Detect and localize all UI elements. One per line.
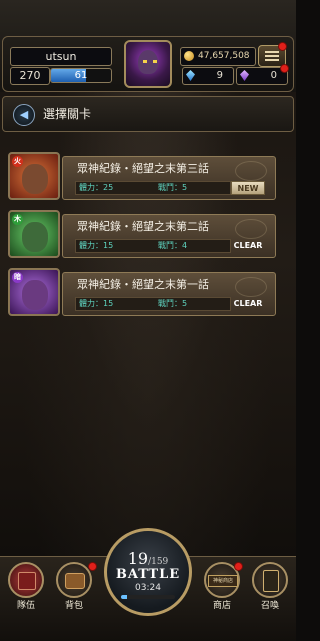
avatar-eye-left [143, 60, 147, 63]
gem-notification-dot [280, 64, 289, 73]
blue-gem-icon [186, 70, 195, 81]
quest-status-badge: NEW [231, 181, 265, 195]
decor-emblem [235, 219, 267, 239]
decor-emblem [235, 277, 267, 297]
back-button[interactable]: ◀ [13, 104, 35, 126]
quest-boss-thumbnail: 木 [8, 210, 60, 258]
battle-current: 19 [127, 549, 149, 568]
card-icon [263, 570, 279, 592]
quest-stamina: 體力：15 [79, 241, 114, 250]
bag-button[interactable] [56, 562, 92, 598]
battle-counter: 19/159 [107, 549, 189, 568]
menu-icon-line [265, 59, 279, 61]
quest-boss-thumbnail: 暗 [8, 268, 60, 316]
quest-row[interactable]: 火 眾神紀錄・絕望之末第三話 體力：25 戰鬥：5 NEW [2, 152, 276, 200]
player-name[interactable]: utsun [10, 47, 112, 66]
book-icon [18, 572, 36, 590]
menu-notification-dot [278, 42, 287, 51]
team-label: 隊伍 [16, 601, 35, 611]
purple-gem-value: 0 [270, 70, 277, 81]
fire-element-icon: 火 [12, 156, 23, 167]
quest-status-badge: CLEAR [233, 241, 263, 250]
summon-label: 召喚 [260, 601, 279, 611]
menu-icon-line [265, 55, 279, 57]
wood-element-icon: 木 [12, 214, 23, 225]
quest-panel: 眾神紀錄・絕望之末第二話 體力：15 戰鬥：4 CLEAR [62, 214, 276, 258]
quest-row[interactable]: 木 眾神紀錄・絕望之末第二話 體力：15 戰鬥：4 CLEAR [2, 210, 276, 258]
stage-select-header: ◀ 選擇關卡 [2, 96, 294, 132]
quest-status-badge: CLEAR [233, 299, 263, 308]
quest-panel: 眾神紀錄・絕望之末第一話 體力：15 戰鬥：5 CLEAR [62, 272, 276, 316]
dark-element-icon: 暗 [12, 272, 23, 283]
gold-coin-icon [184, 51, 194, 61]
battle-button[interactable]: 19/159 BATTLE 03:24 [104, 528, 192, 616]
purple-gem-icon [240, 70, 249, 81]
battle-label: BATTLE [115, 567, 181, 582]
quest-title: 眾神紀錄・絕望之末第一話 [77, 278, 209, 291]
player-level: 270 [10, 67, 50, 85]
bag-notification-dot [88, 562, 97, 571]
decor-emblem [235, 161, 267, 181]
battle-progress-bar [121, 595, 175, 599]
page-title: 選擇關卡 [43, 107, 92, 121]
gold-value: 47,657,508 [198, 51, 250, 61]
battle-timer: 03:24 [135, 583, 161, 593]
quest-title: 眾神紀錄・絕望之末第二話 [77, 220, 209, 233]
menu-icon-line [265, 51, 279, 53]
shop-sign: 神秘商店 [208, 575, 238, 587]
quest-stats: 體力：25 戰鬥：5 [75, 181, 231, 195]
bag-label: 背包 [64, 601, 83, 611]
player-avatar[interactable] [124, 40, 172, 88]
battle-max: /159 [148, 557, 169, 567]
quest-stamina: 體力：25 [79, 183, 114, 192]
team-button[interactable] [8, 562, 44, 598]
quest-row[interactable]: 暗 眾神紀錄・絕望之末第一話 體力：15 戰鬥：5 CLEAR [2, 268, 276, 316]
quest-battles: 戰鬥：5 [158, 299, 188, 308]
quest-battles: 戰鬥：4 [158, 241, 188, 250]
battle-progress-fill [121, 595, 128, 599]
quest-boss-thumbnail: 火 [8, 152, 60, 200]
quest-stats: 體力：15 戰鬥：5 [75, 297, 231, 311]
blue-gem-value: 9 [216, 70, 223, 81]
shop-label: 商店 [212, 601, 231, 611]
avatar-eye-right [153, 60, 157, 63]
gold-counter[interactable]: 47,657,508 [180, 47, 256, 66]
boss-portrait [22, 222, 48, 252]
quest-stats: 體力：15 戰鬥：4 [75, 239, 231, 253]
quest-title: 眾神紀錄・絕望之末第三話 [77, 162, 209, 175]
quest-stamina: 體力：15 [79, 299, 114, 308]
shop-notification-dot [234, 562, 243, 571]
chest-icon [65, 573, 85, 589]
quest-battles: 戰鬥：5 [158, 183, 188, 192]
exp-bar: 61 [50, 68, 112, 83]
blue-gem-counter[interactable]: 9 [182, 67, 234, 85]
boss-portrait [22, 164, 48, 194]
quest-panel: 眾神紀錄・絕望之末第三話 體力：25 戰鬥：5 NEW [62, 156, 276, 200]
exp-bar-label: 61 [74, 70, 88, 81]
boss-portrait [22, 280, 48, 310]
back-arrow-icon: ◀ [19, 108, 29, 121]
summon-button[interactable] [252, 562, 288, 598]
